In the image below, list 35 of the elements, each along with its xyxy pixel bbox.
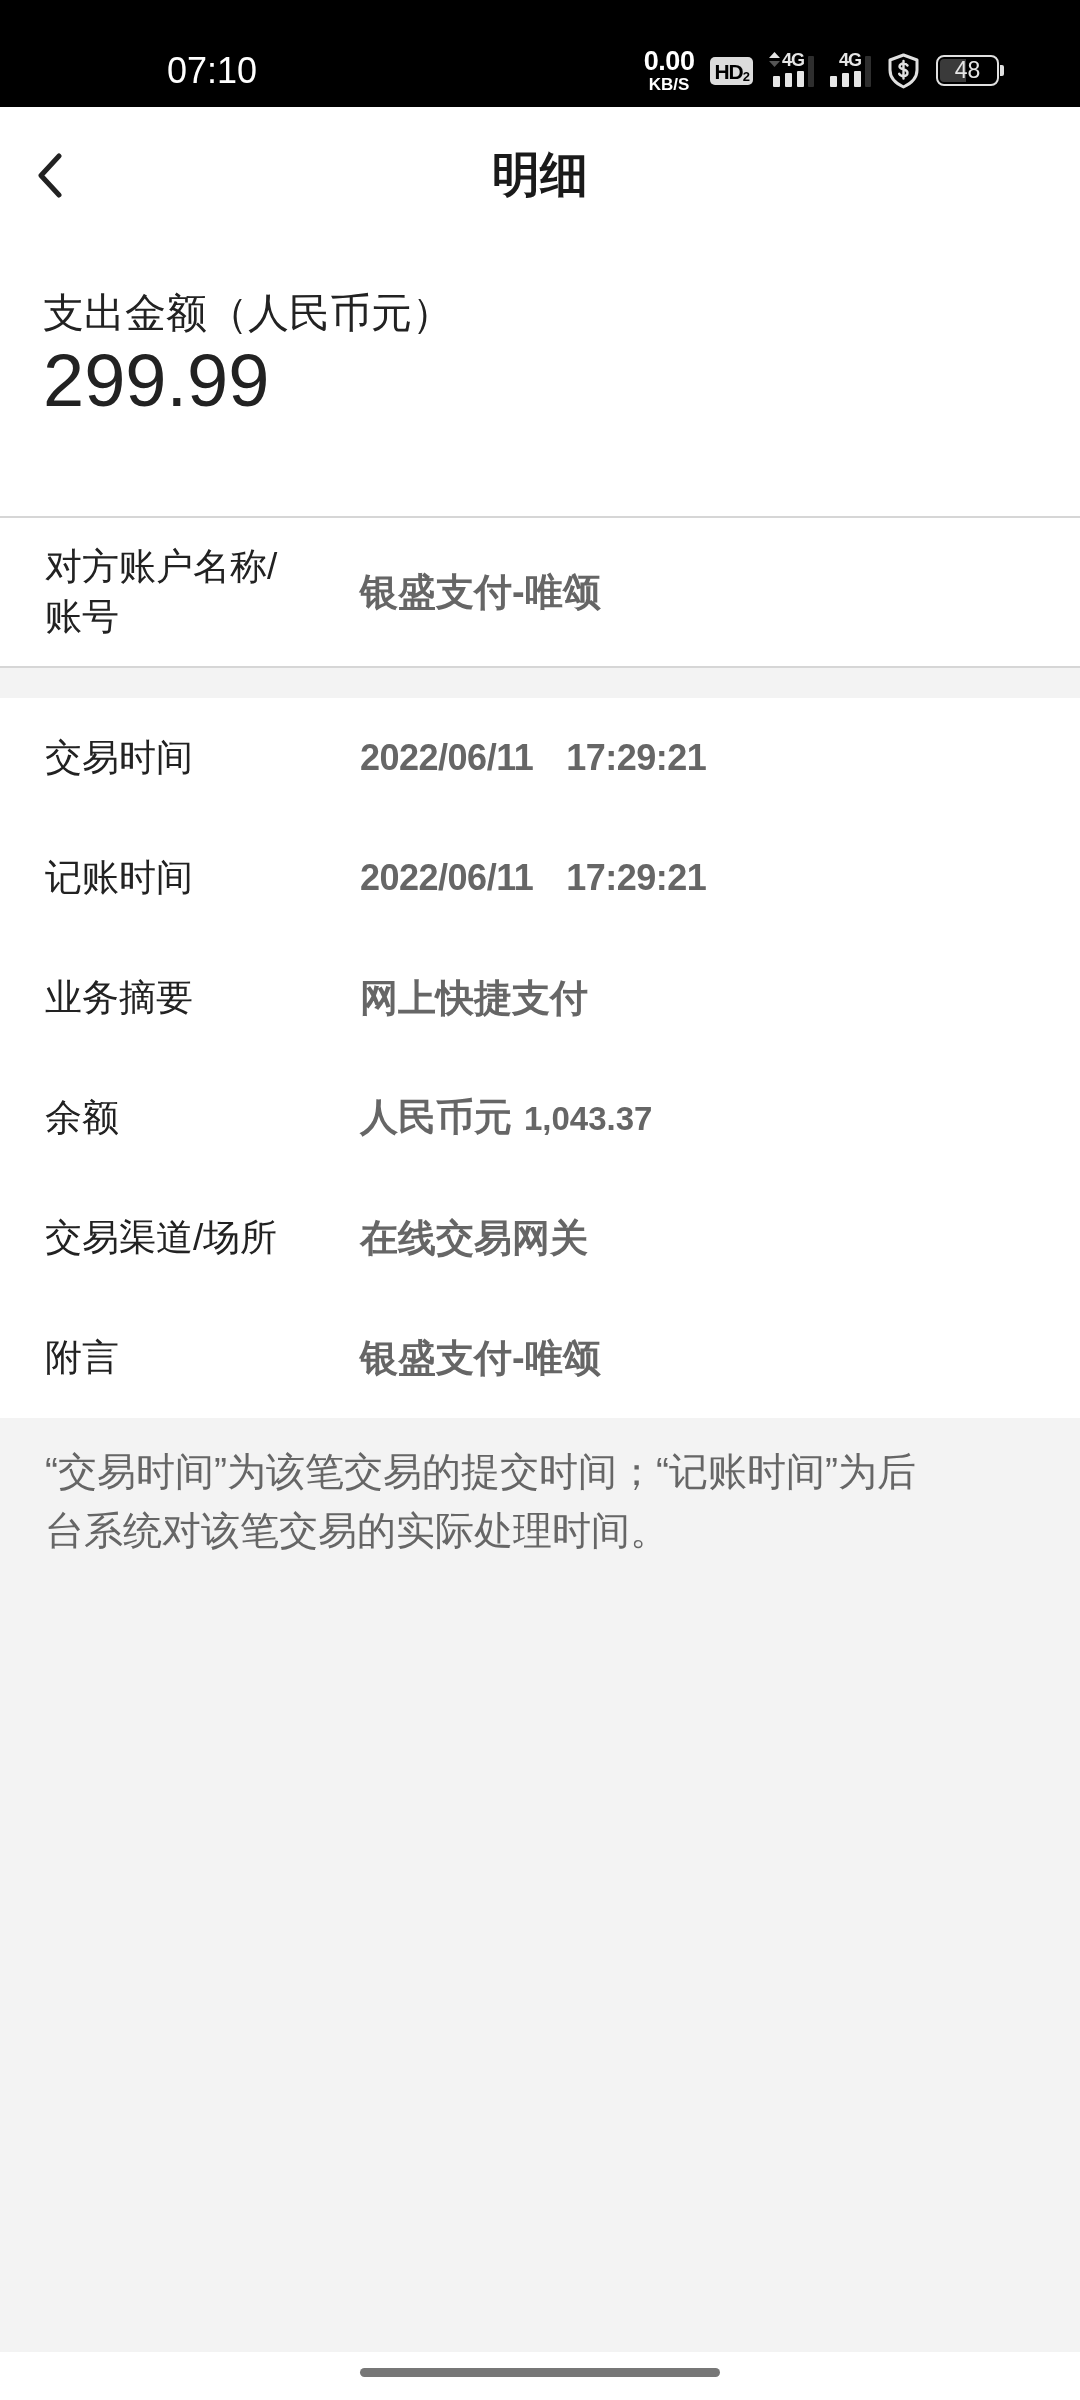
signal-bar-icon: [865, 55, 871, 87]
date-value: 2022/06/11: [360, 736, 534, 780]
shield-dollar-icon: [887, 52, 920, 89]
time-value: 17:29:21: [566, 856, 707, 900]
network-type-label: 4G: [782, 50, 804, 69]
signal-bars-icon: [773, 70, 804, 87]
detail-label: 记账时间: [45, 856, 194, 900]
network-type-label: 4G: [839, 50, 861, 69]
balance-value: 1,043.37: [524, 1099, 653, 1139]
chevron-left-icon: [36, 152, 63, 198]
note-text: “交易时间”为该笔交易的提交时间；“记账时间”为后台系统对该笔交易的实际处理时间。: [45, 1449, 917, 1554]
signal-bar-icon: [808, 55, 814, 87]
amount-label: 支出金额（人民币元）: [43, 289, 453, 337]
detail-label: 交易时间: [45, 736, 194, 780]
detail-label: 附言: [45, 1336, 120, 1380]
detail-label: 余额: [45, 1096, 120, 1140]
detail-label: 交易渠道/场所: [45, 1216, 279, 1260]
page-title: 明细: [492, 147, 588, 204]
net-speed-value: 0.00: [643, 48, 695, 75]
net-speed-unit: KB/S: [648, 76, 690, 93]
signal-bars-icon: [830, 70, 861, 87]
battery-indicator: 48: [936, 55, 999, 86]
detail-value: 网上快捷支付: [360, 976, 589, 1021]
detail-value: 银盛支付-唯颂: [360, 1336, 602, 1381]
amount-value: 299.99: [43, 339, 270, 423]
hd-badge: HD$_{2}$: [710, 56, 753, 85]
counterparty-value: 银盛支付-唯颂: [360, 570, 602, 615]
status-time: 07:10: [167, 52, 258, 89]
currency-value: 人民币元: [360, 1095, 512, 1140]
detail-label: 业务摘要: [45, 976, 194, 1020]
time-value: 17:29:21: [566, 736, 707, 780]
battery-cap-icon: [1000, 65, 1004, 76]
detail-value: 在线交易网关: [360, 1216, 589, 1261]
detail-label: 对方账户名称/账号: [45, 545, 279, 639]
date-value: 2022/06/11: [360, 856, 534, 900]
